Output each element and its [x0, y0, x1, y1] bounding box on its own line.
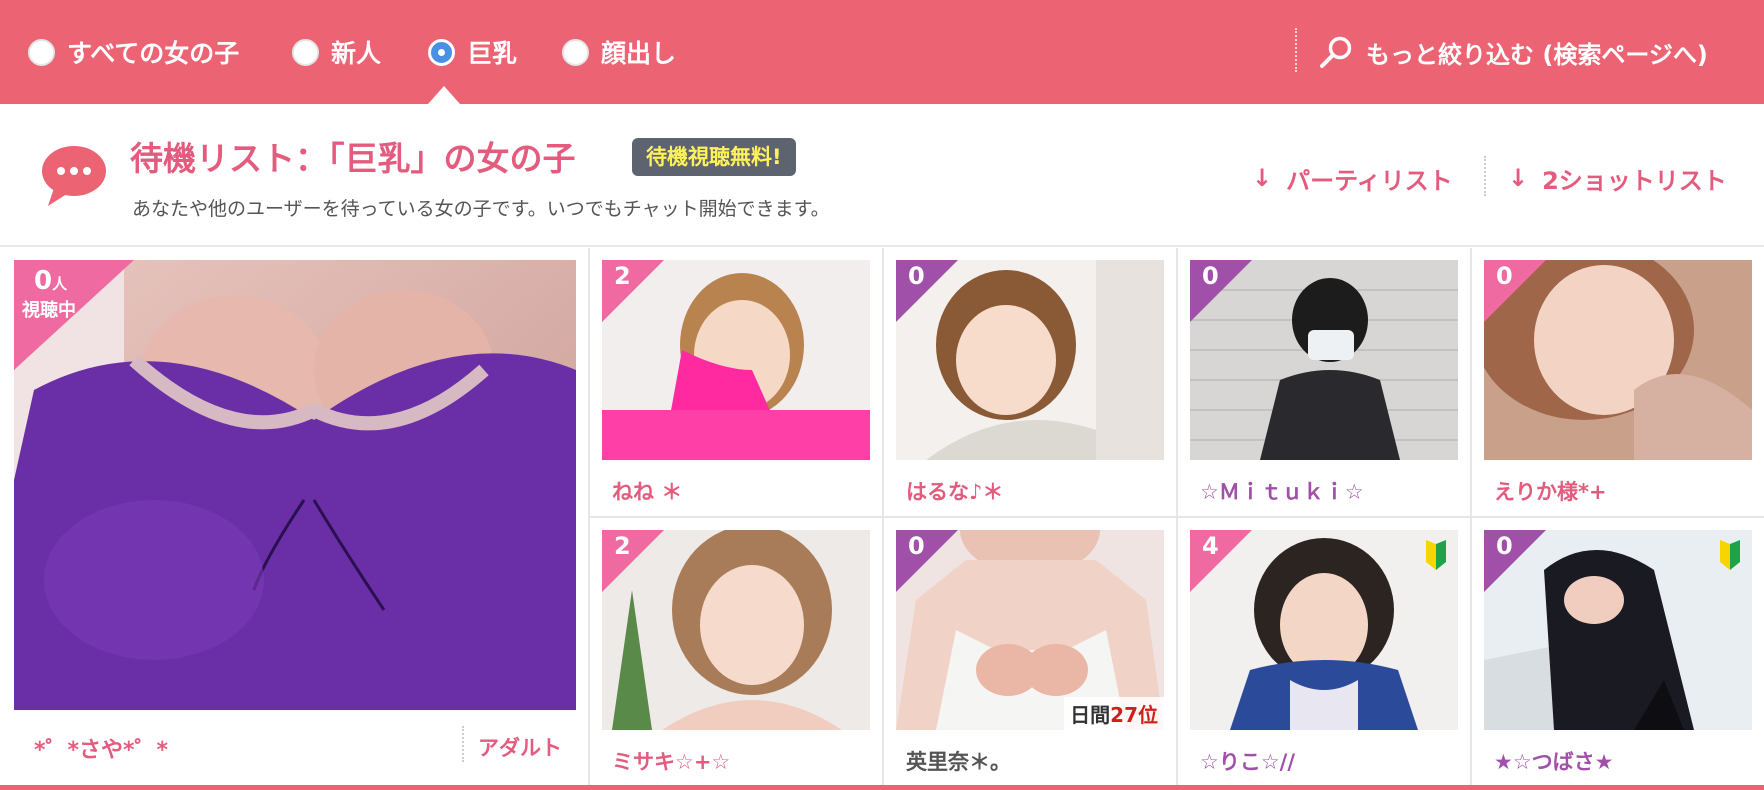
performer-thumbnail: 0: [1484, 260, 1752, 460]
advanced-search-label: もっと絞り込む (検索ページへ): [1366, 40, 1708, 69]
radio-icon: [562, 38, 589, 66]
performer-card[interactable]: 0 はるな♪＊: [884, 248, 1176, 516]
featured-thumbnail: 0人 視聴中: [14, 260, 576, 710]
radio-checked-icon: [428, 38, 455, 66]
performer-name[interactable]: ☆Ｍｉｔｕｋｉ☆: [1200, 476, 1364, 506]
performer-name[interactable]: ミサキ☆+☆: [612, 746, 730, 776]
viewer-badge: [896, 260, 958, 322]
arrow-down-icon: ↓: [1252, 164, 1273, 192]
arrow-down-icon: ↓: [1508, 164, 1529, 192]
performer-thumbnail: 4: [1190, 530, 1458, 730]
page-subtitle: あなたや他のユーザーを待っている女の子です。いつでもチャット開始できます。: [132, 198, 830, 220]
two-shot-list-label: 2ショットリスト: [1542, 166, 1727, 195]
featured-category: アダルト: [478, 736, 562, 760]
performer-thumbnail: 0 日間27位: [896, 530, 1164, 730]
performer-thumbnail: 0: [896, 260, 1164, 460]
viewer-count: 4: [1202, 532, 1219, 560]
waiting-list-header: 待機リスト：「巨乳」の女の子 待機視聴無料! あなたや他のユーザーを待っている女…: [0, 104, 1764, 247]
viewer-count-value: 0: [34, 266, 53, 296]
divider: [462, 726, 464, 762]
featured-performer-card[interactable]: 0人 視聴中 *゜*さや*゜* アダルト: [0, 248, 588, 785]
bottom-border: [0, 785, 1764, 790]
filter-busty[interactable]: 巨乳: [428, 34, 517, 70]
search-icon: [1320, 36, 1352, 68]
radio-icon: [28, 38, 55, 66]
divider: [1295, 28, 1297, 72]
performer-name[interactable]: ねね ＊: [612, 476, 682, 506]
page-title: 待機リスト：「巨乳」の女の子: [130, 139, 576, 178]
viewer-badge: [1484, 260, 1546, 322]
viewer-badge: [1190, 530, 1252, 592]
viewer-count-unit: 人: [52, 275, 68, 293]
performer-card[interactable]: 0 日間27位 英里奈＊。: [884, 518, 1176, 785]
viewer-count: 0: [1496, 532, 1513, 560]
performer-card[interactable]: 2 ねね ＊: [590, 248, 882, 516]
performer-name[interactable]: 英里奈＊。: [906, 746, 1011, 776]
rank-label: 日間: [1070, 703, 1111, 727]
performer-thumbnail: 0: [1484, 530, 1752, 730]
viewer-count: 0: [1496, 262, 1513, 290]
viewer-count: 0: [1202, 262, 1219, 290]
viewer-badge: [602, 530, 664, 592]
divider: [1484, 156, 1486, 196]
filter-all[interactable]: すべての女の子: [28, 34, 239, 70]
featured-performer-name[interactable]: *゜*さや*゜*: [34, 732, 168, 764]
selected-filter-pointer: [428, 86, 460, 104]
performer-card[interactable]: 0 ★☆つばさ★: [1472, 518, 1764, 785]
radio-icon: [292, 38, 319, 66]
performer-card[interactable]: 4 ☆りこ☆//: [1178, 518, 1470, 785]
viewer-badge: [602, 260, 664, 322]
viewer-badge: [1484, 530, 1546, 592]
beginner-mark-icon: [1426, 540, 1446, 570]
filter-label: 顔出し: [601, 39, 677, 68]
filter-bar: すべての女の子 新人 巨乳 顔出し もっと絞り込む (検索ページへ): [0, 0, 1764, 104]
viewer-count: 2: [614, 262, 631, 290]
performer-thumbnail: 2: [602, 260, 870, 460]
viewer-count: 0人: [34, 266, 67, 296]
party-list-link[interactable]: ↓ パーティリスト: [1252, 160, 1453, 196]
filter-face[interactable]: 顔出し: [562, 34, 676, 70]
chat-bubble-icon: [42, 146, 106, 206]
performer-card[interactable]: 2 ミサキ☆+☆: [590, 518, 882, 785]
advanced-search-link[interactable]: もっと絞り込む (検索ページへ): [1318, 34, 1708, 70]
free-viewing-badge: 待機視聴無料!: [632, 138, 796, 176]
filter-label: 巨乳: [467, 39, 518, 68]
filter-new[interactable]: 新人: [292, 34, 381, 70]
viewer-badge: [896, 530, 958, 592]
viewer-count: 0: [908, 532, 925, 560]
performer-name[interactable]: ☆りこ☆//: [1200, 746, 1295, 776]
party-list-label: パーティリスト: [1286, 166, 1453, 195]
performer-name[interactable]: はるな♪＊: [906, 476, 1003, 506]
viewer-badge: [1190, 260, 1252, 322]
filter-label: すべての女の子: [67, 39, 240, 68]
viewer-count: 0: [908, 262, 925, 290]
two-shot-list-link[interactable]: ↓ 2ショットリスト: [1508, 160, 1727, 196]
performer-thumbnail: 2: [602, 530, 870, 730]
daily-rank-label: 日間27位: [1064, 697, 1164, 730]
beginner-mark-icon: [1720, 540, 1740, 570]
performer-card[interactable]: 0 ☆Ｍｉｔｕｋｉ☆: [1178, 248, 1470, 516]
performer-name[interactable]: ★☆つばさ★: [1494, 746, 1613, 776]
viewer-count: 2: [614, 532, 631, 560]
performer-card[interactable]: 0 えりか様*+: [1472, 248, 1764, 516]
rank-value: 27位: [1110, 703, 1158, 727]
performer-name[interactable]: えりか様*+: [1494, 476, 1607, 506]
performer-grid: 0人 視聴中 *゜*さや*゜* アダルト 2 ねね ＊ 0 はるな♪＊ 0 ☆Ｍ…: [0, 248, 1764, 790]
performer-thumbnail: 0: [1190, 260, 1458, 460]
filter-label: 新人: [331, 39, 382, 68]
viewer-label: 視聴中: [22, 300, 76, 321]
